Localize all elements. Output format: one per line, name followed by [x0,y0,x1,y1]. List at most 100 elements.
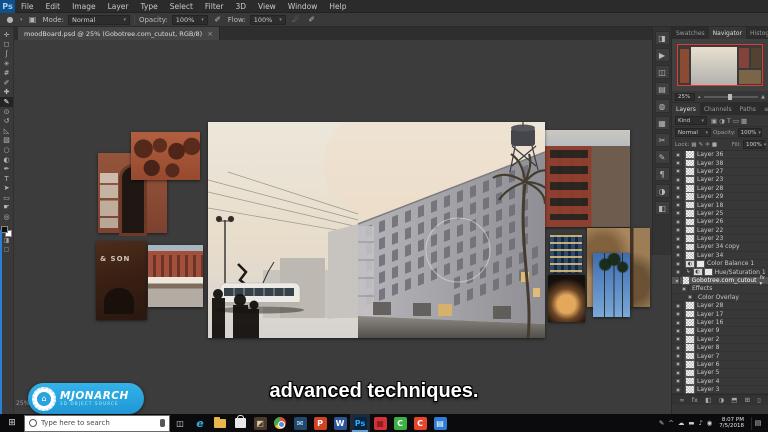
tab-layers[interactable]: Layers [672,103,700,115]
visibility-eye-icon[interactable] [674,176,683,183]
brush-settings-panel-icon[interactable]: ✎ [655,150,670,164]
layer-thumbnail[interactable] [686,244,694,251]
file-explorer-icon[interactable] [210,414,230,432]
dodge-tool[interactable]: ◐ [0,155,13,165]
foreground-color-swatch[interactable] [1,226,8,233]
healing-brush-tool[interactable]: ✚ [0,88,13,98]
visibility-eye-icon[interactable] [674,235,683,242]
visibility-eye-icon[interactable] [674,344,683,351]
taskbar-clock[interactable]: 8:07 PM 7/5/2018 [716,417,747,430]
zoom-tool[interactable]: ◎ [0,212,13,222]
layer-thumbnail[interactable] [686,235,694,242]
gradient-tool[interactable]: ▧ [0,136,13,146]
layer-row[interactable]: Layer 34 [672,252,768,260]
layer-thumbnail[interactable] [686,311,694,318]
panel-menu-icon[interactable]: ≡ [760,103,768,115]
layer-mask-icon[interactable]: ◧ [705,396,711,404]
styles-panel-icon[interactable]: ▦ [655,116,670,130]
visibility-eye-icon[interactable] [674,185,683,192]
adjustment-icon[interactable]: ◐ [694,269,702,276]
layer-row[interactable]: Layer 6 [672,361,768,369]
visibility-eye-icon[interactable] [674,369,683,376]
layer-thumbnail[interactable] [686,252,694,259]
red-c-app-icon[interactable]: C [410,414,430,432]
layer-thumbnail[interactable] [683,277,688,284]
pressure-opacity-icon[interactable]: ✐ [212,15,224,24]
filter-shape-icon[interactable]: ▭ [733,117,739,125]
tab-paths[interactable]: Paths [736,103,760,115]
masks-panel-icon[interactable]: ◧ [655,201,670,215]
layer-row[interactable]: Layer 7 [672,352,768,360]
pen-tool[interactable]: ✒ [0,164,13,174]
actions-panel-icon[interactable]: ▶ [655,48,670,62]
shield-icon[interactable]: ◉ [707,419,713,427]
lock-all-icon[interactable]: ■ [712,142,717,148]
notification-center-icon[interactable]: ▤ [751,417,764,430]
info-panel-icon[interactable]: ◍ [655,99,670,113]
store-icon[interactable] [230,414,250,432]
layer-row[interactable]: Layer 23 [672,176,768,184]
battery-icon[interactable]: ▬ [688,419,694,427]
menu-edit[interactable]: Edit [40,0,67,13]
layer-row[interactable]: Layer 25 [672,210,768,218]
zoom-out-icon[interactable]: ▴ [698,94,701,100]
layer-row[interactable]: Layer 28 [672,185,768,193]
layer-row[interactable]: Layer 29 [672,193,768,201]
brush-preset-caret-icon[interactable]: ▾ [20,17,23,23]
lasso-tool[interactable]: ʃ [0,49,13,59]
layer-thumbnail[interactable] [686,353,694,360]
chrome-icon[interactable] [270,414,290,432]
menu-filter[interactable]: Filter [199,0,230,13]
lock-paint-icon[interactable]: ✎ [699,142,704,148]
layer-thumbnail[interactable] [686,193,694,200]
layer-thumbnail[interactable] [686,219,694,226]
brush-panel-toggle-icon[interactable]: ▣ [27,15,39,24]
blue-doc-app-icon[interactable]: ▤ [430,414,450,432]
task-view-icon[interactable]: ◫ [170,414,190,432]
layers-opacity-select[interactable]: 100%▾ [738,128,762,137]
layer-thumbnail[interactable] [686,386,694,393]
layer-thumbnail[interactable] [686,168,694,175]
opacity-select[interactable]: 100%▾ [172,15,208,25]
word-icon[interactable]: W [330,414,350,432]
moodboard-image-dusk-building[interactable] [550,235,582,273]
airbrush-icon[interactable]: ☄ [290,15,302,24]
filter-pixel-icon[interactable]: ▣ [711,117,717,125]
green-c-app-icon[interactable]: C [390,414,410,432]
menu-type[interactable]: Type [135,0,164,13]
navigator-zoom-value[interactable]: 25% [675,93,695,101]
moodboard-image-rusty-valves[interactable] [131,132,200,180]
visibility-eye-icon[interactable] [674,193,683,200]
layer-thumbnail[interactable] [686,319,694,326]
layer-thumbnail[interactable] [686,160,694,167]
layer-fx-badge[interactable]: fx ▾ [760,275,766,287]
layer-thumbnail[interactable] [686,302,694,309]
move-tool[interactable]: ✛ [0,30,13,40]
libraries-panel-icon[interactable]: ◨ [655,31,670,45]
layer-row[interactable]: Effects [672,285,768,293]
layer-row[interactable]: Layer 9 [672,327,768,335]
brush-preset-icon[interactable]: ● [4,15,16,24]
layer-thumbnail[interactable] [686,227,694,234]
filter-kind-select[interactable]: Kind▾ [675,116,707,125]
menu-image[interactable]: Image [66,0,102,13]
moodboard-image-victorian-street[interactable] [148,245,203,307]
layer-thumbnail[interactable] [686,185,694,192]
moodboard-center-illustration[interactable] [208,122,545,338]
layer-thumbnail[interactable] [686,336,694,343]
clone-stamp-tool[interactable]: ⊙ [0,107,13,117]
adjustment-icon[interactable]: ◐ [686,261,694,268]
layer-row[interactable]: Layer 38 [672,159,768,167]
menu-window[interactable]: Window [282,0,324,13]
menu-layer[interactable]: Layer [102,0,135,13]
flow-select[interactable]: 100%▾ [250,15,286,25]
paragraph-panel-icon[interactable]: ¶ [655,167,670,181]
type-tool[interactable]: T [0,174,13,184]
visibility-eye-icon[interactable] [674,386,683,393]
visibility-eye-icon[interactable] [674,218,683,225]
document-tab[interactable]: moodBoard.psd @ 25% (Gobotree.com_cutout… [18,27,220,40]
link-layers-icon[interactable]: ∞ [679,396,684,404]
navigator-zoom-slider[interactable] [704,96,759,98]
layer-row[interactable]: Color Overlay [672,294,768,302]
menu-file[interactable]: File [15,0,40,13]
